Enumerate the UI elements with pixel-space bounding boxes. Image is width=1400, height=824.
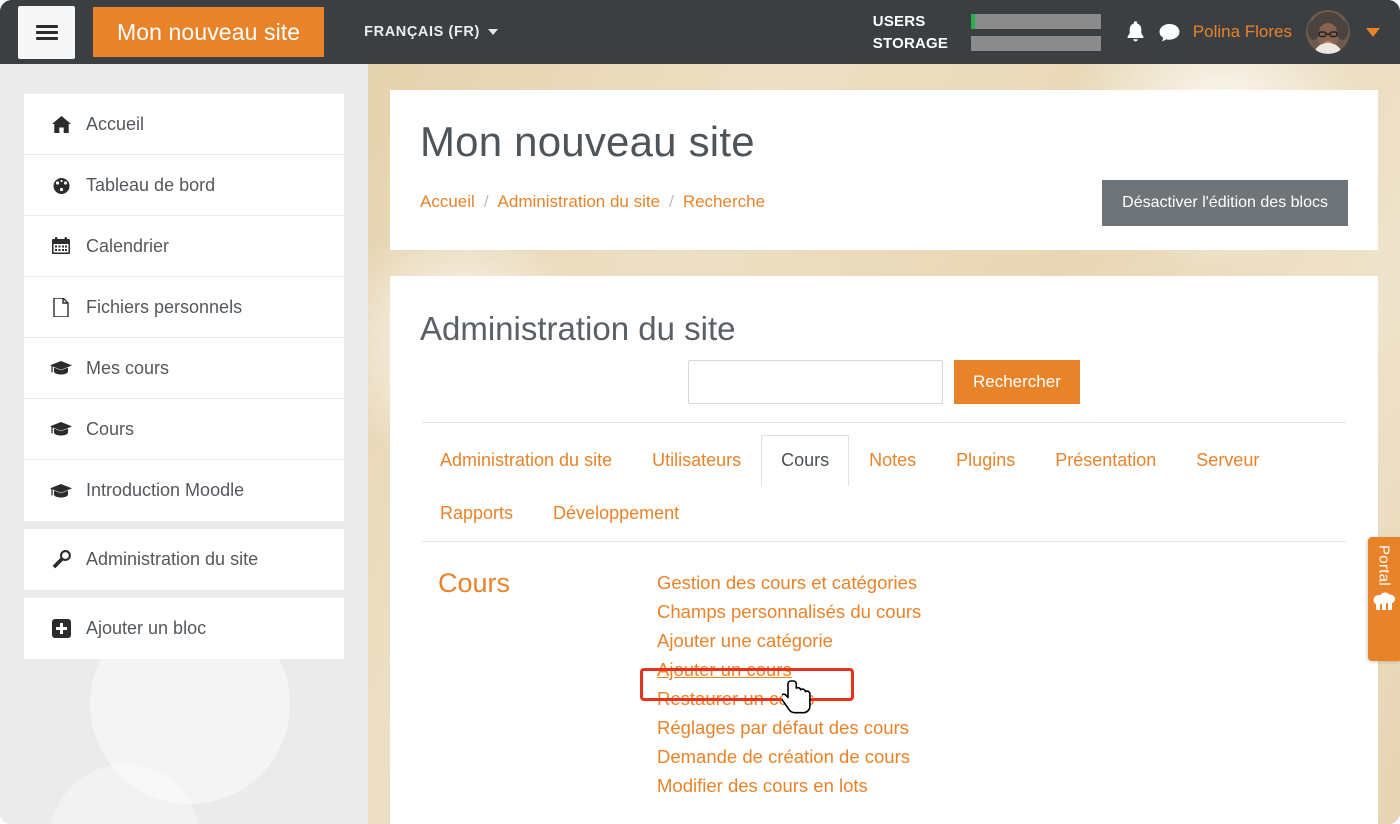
link-ajouter-une-categorie[interactable]: Ajouter une catégorie xyxy=(657,626,833,655)
page-header-card: Mon nouveau site Accueil / Administratio… xyxy=(390,90,1378,250)
user-name-link[interactable]: Polina Flores xyxy=(1193,22,1292,42)
usage-row-storage: STORAGE xyxy=(873,34,1101,53)
chevron-down-icon xyxy=(488,29,498,35)
sidebar-item-label: Tableau de bord xyxy=(86,175,215,196)
portal-side-tab[interactable]: Portal xyxy=(1368,537,1400,661)
sidebar-item-label: Fichiers personnels xyxy=(86,297,242,318)
header-row: Accueil / Administration du site / Reche… xyxy=(420,180,1348,226)
settings-links-list: Gestion des cours et catégories Champs p… xyxy=(657,568,921,800)
admin-search-form: Rechercher xyxy=(688,360,1348,404)
usage-label-users: USERS xyxy=(873,13,971,30)
chat-bubble-icon xyxy=(1158,22,1181,43)
dashboard-icon xyxy=(50,177,72,194)
tab-serveur[interactable]: Serveur xyxy=(1176,435,1279,486)
home-icon xyxy=(50,116,72,133)
navigation-block: Accueil Tableau de bord xyxy=(24,94,344,521)
hamburger-icon xyxy=(36,22,58,43)
sidebar-item-mes-cours[interactable]: Mes cours xyxy=(24,338,344,399)
moodle-m-logo-icon xyxy=(1372,590,1396,617)
sidebar-item-tableau-de-bord[interactable]: Tableau de bord xyxy=(24,155,344,216)
user-menu-caret-icon[interactable] xyxy=(1366,28,1380,37)
link-champs-personnalises-du-cours[interactable]: Champs personnalisés du cours xyxy=(657,597,921,626)
sidebar-item-label: Calendrier xyxy=(86,236,169,257)
graduation-cap-icon xyxy=(50,360,72,376)
link-reglages-par-defaut-des-cours[interactable]: Réglages par défaut des cours xyxy=(657,713,909,742)
sidebar-item-label: Ajouter un bloc xyxy=(86,618,206,639)
site-brand-label: Mon nouveau site xyxy=(117,19,300,46)
page-title: Mon nouveau site xyxy=(420,118,1348,166)
settings-group-heading: Cours xyxy=(420,568,657,800)
tab-presentation[interactable]: Présentation xyxy=(1035,435,1176,486)
breadcrumb-item-accueil[interactable]: Accueil xyxy=(420,192,475,212)
link-ajouter-un-cours[interactable]: Ajouter un cours xyxy=(657,655,792,684)
usage-label-storage: STORAGE xyxy=(873,35,971,52)
tab-administration-du-site[interactable]: Administration du site xyxy=(420,435,632,486)
file-icon xyxy=(50,298,72,317)
usage-bar-storage xyxy=(971,36,1101,51)
section-title: Administration du site xyxy=(420,310,1348,348)
plus-square-icon xyxy=(50,619,72,638)
tab-rapports[interactable]: Rapports xyxy=(420,488,533,539)
hamburger-menu-button[interactable] xyxy=(18,6,75,59)
sidebar-item-label: Cours xyxy=(86,419,134,440)
tab-utilisateurs[interactable]: Utilisateurs xyxy=(632,435,761,486)
add-block-block: Ajouter un bloc xyxy=(24,598,344,659)
graduation-cap-icon xyxy=(50,421,72,437)
user-avatar-image xyxy=(1306,10,1350,54)
link-gestion-des-cours-et-categories[interactable]: Gestion des cours et catégories xyxy=(657,568,917,597)
content-column: Mon nouveau site Accueil / Administratio… xyxy=(368,64,1400,824)
avatar[interactable] xyxy=(1306,10,1350,54)
sidebar-column: Accueil Tableau de bord xyxy=(0,64,368,824)
tab-developpement[interactable]: Développement xyxy=(533,488,699,539)
sidebar-item-fichiers-personnels[interactable]: Fichiers personnels xyxy=(24,277,344,338)
site-brand-button[interactable]: Mon nouveau site xyxy=(93,7,324,57)
site-admin-card: Administration du site Rechercher Admini… xyxy=(390,276,1378,824)
bell-icon xyxy=(1125,21,1146,44)
sidebar-item-cours[interactable]: Cours xyxy=(24,399,344,460)
sidebar-item-label: Mes cours xyxy=(86,358,169,379)
tab-cours[interactable]: Cours xyxy=(761,435,849,486)
usage-bar-users xyxy=(971,14,1101,29)
admin-block: Administration du site xyxy=(24,529,344,590)
calendar-icon xyxy=(50,237,72,255)
page-body: Accueil Tableau de bord xyxy=(0,64,1400,824)
toggle-block-editing-button[interactable]: Désactiver l'édition des blocs xyxy=(1102,180,1348,226)
link-demande-de-creation-de-cours[interactable]: Demande de création de cours xyxy=(657,742,910,771)
usage-meters: USERS STORAGE xyxy=(873,12,1101,53)
settings-group-cours: Cours Gestion des cours et catégories Ch… xyxy=(420,568,1348,800)
graduation-cap-icon xyxy=(50,483,72,499)
breadcrumb-item-administration-du-site[interactable]: Administration du site xyxy=(498,192,661,212)
tab-notes[interactable]: Notes xyxy=(849,435,936,486)
usage-row-users: USERS xyxy=(873,12,1101,31)
language-label: FRANÇAIS (FR) xyxy=(364,24,480,40)
sidebar-item-label: Administration du site xyxy=(86,549,258,570)
admin-tabs: Administration du site Utilisateurs Cour… xyxy=(420,435,1348,541)
sidebar-item-calendrier[interactable]: Calendrier xyxy=(24,216,344,277)
search-input[interactable] xyxy=(688,360,943,404)
messages-button[interactable] xyxy=(1153,15,1187,49)
tab-plugins[interactable]: Plugins xyxy=(936,435,1035,486)
sidebar-item-ajouter-un-bloc[interactable]: Ajouter un bloc xyxy=(24,598,344,659)
breadcrumb-item-recherche[interactable]: Recherche xyxy=(683,192,765,212)
sidebar-item-label: Introduction Moodle xyxy=(86,480,244,501)
wrench-icon xyxy=(50,550,72,569)
divider xyxy=(422,422,1346,423)
breadcrumb: Accueil / Administration du site / Reche… xyxy=(420,180,765,212)
link-restaurer-un-cours[interactable]: Restaurer un cours xyxy=(657,684,814,713)
tabs-underline xyxy=(422,541,1346,542)
usage-fill-users xyxy=(971,14,975,29)
search-button[interactable]: Rechercher xyxy=(954,360,1080,404)
breadcrumb-separator: / xyxy=(669,192,674,212)
sidebar-item-introduction-moodle[interactable]: Introduction Moodle xyxy=(24,460,344,521)
sidebar-item-accueil[interactable]: Accueil xyxy=(24,94,344,155)
language-selector[interactable]: FRANÇAIS (FR) xyxy=(364,24,498,40)
link-modifier-des-cours-en-lots[interactable]: Modifier des cours en lots xyxy=(657,771,868,800)
sidebar-item-administration-du-site[interactable]: Administration du site xyxy=(24,529,344,590)
notifications-button[interactable] xyxy=(1119,15,1153,49)
browser-window: Mon nouveau site FRANÇAIS (FR) USERS STO… xyxy=(0,0,1400,824)
top-navbar: Mon nouveau site FRANÇAIS (FR) USERS STO… xyxy=(0,0,1400,64)
breadcrumb-separator: / xyxy=(484,192,489,212)
portal-tab-label: Portal xyxy=(1376,545,1393,586)
sidebar-item-label: Accueil xyxy=(86,114,144,135)
